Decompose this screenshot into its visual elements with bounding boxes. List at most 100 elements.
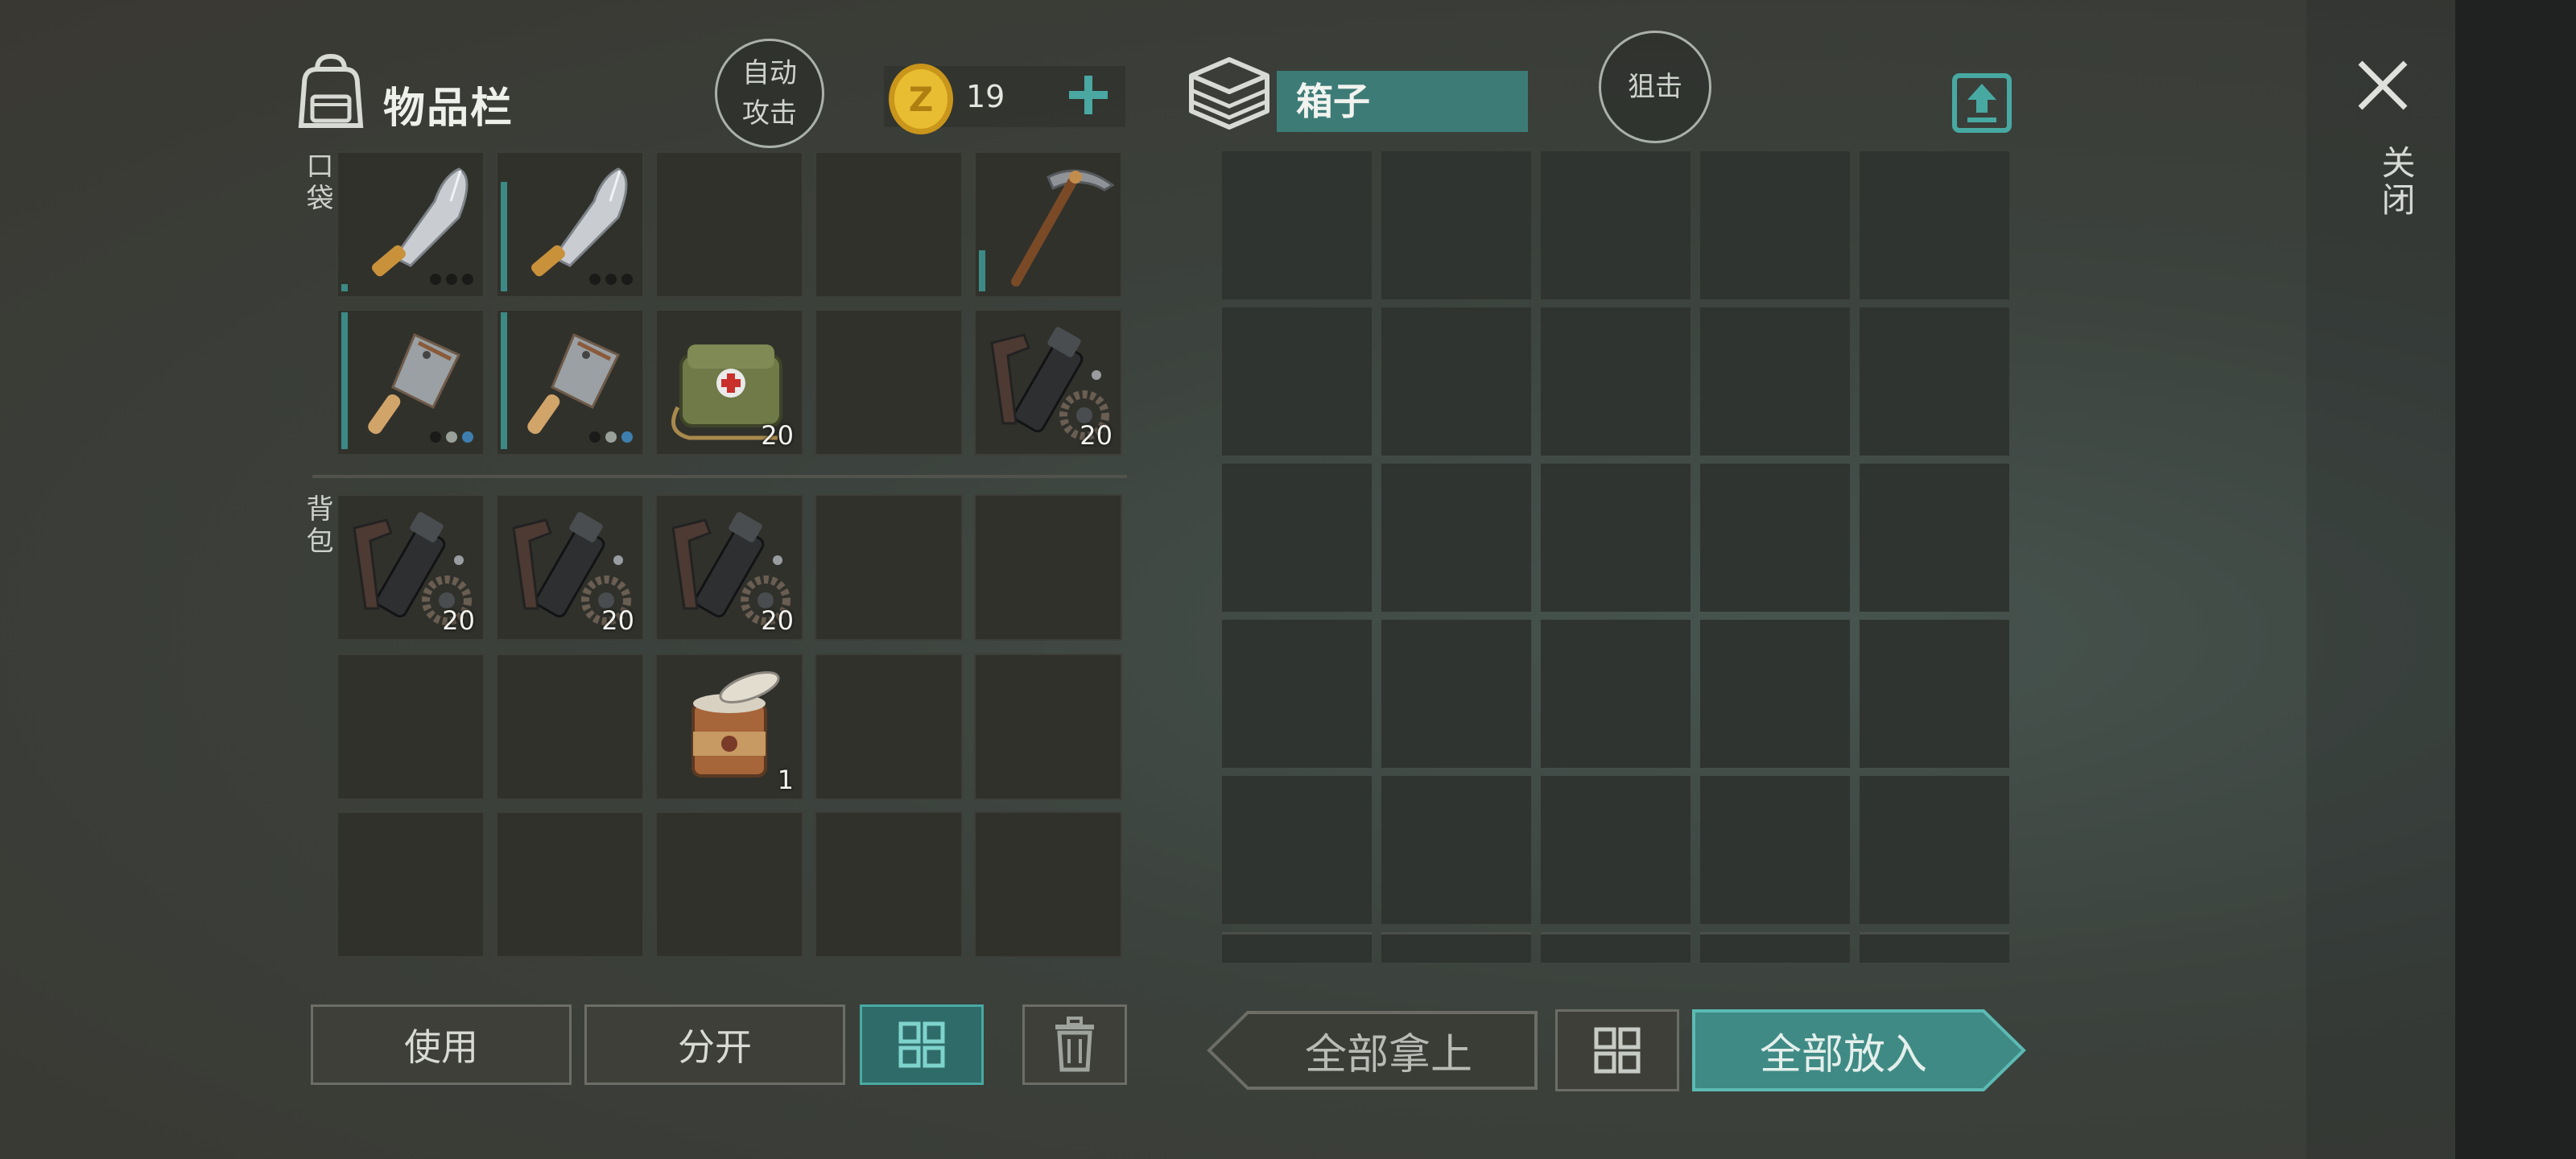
quality-dot xyxy=(462,274,473,285)
inventory.pocket-slot[interactable] xyxy=(974,151,1122,298)
inventory.pocket-slot[interactable]: 20 xyxy=(655,309,803,456)
box-slot[interactable] xyxy=(1700,151,1850,299)
box-slot[interactable] xyxy=(1700,307,1850,456)
auto-attack-button[interactable]: 自动 攻击 xyxy=(715,39,824,148)
inventory.backpack-slot[interactable] xyxy=(336,654,485,800)
quality-dots xyxy=(589,274,633,285)
box-slot[interactable] xyxy=(1541,776,1690,924)
box-slot[interactable] xyxy=(1860,776,2009,924)
inventory.backpack-slot[interactable]: 1 xyxy=(655,654,803,800)
quality-dot xyxy=(446,274,457,285)
durability-bar xyxy=(979,250,985,291)
inventory.pocket-slot[interactable] xyxy=(496,309,644,456)
quality-dot xyxy=(621,274,633,285)
box-slot[interactable] xyxy=(1381,620,1531,768)
quality-dots xyxy=(589,431,633,443)
box-name-field[interactable]: 箱子 xyxy=(1277,71,1528,132)
box-slot[interactable] xyxy=(1381,307,1531,456)
inventory.backpack-slot[interactable] xyxy=(974,654,1122,800)
inventory.pocket-slot[interactable] xyxy=(496,151,644,298)
take-all-button[interactable]: 全部拿上 xyxy=(1206,1009,1539,1091)
inventory.backpack-slot[interactable] xyxy=(974,811,1122,958)
close-label[interactable]: 关闭 xyxy=(2372,145,2421,219)
add-coins-icon[interactable] xyxy=(1061,68,1116,122)
box-slot[interactable] xyxy=(1381,776,1531,924)
box-slot[interactable] xyxy=(1541,464,1690,612)
durability-bar xyxy=(341,312,348,449)
inventory.backpack-slot[interactable] xyxy=(815,811,963,958)
box-slot[interactable] xyxy=(1222,620,1372,768)
inventory-title: 物品栏 xyxy=(383,85,514,133)
snipe-button[interactable]: 狙击 xyxy=(1599,31,1711,143)
take-all-label: 全部拿上 xyxy=(1304,1030,1472,1079)
box-slot[interactable] xyxy=(1700,464,1850,612)
split-button[interactable]: 分开 xyxy=(584,1004,845,1085)
box-slot[interactable] xyxy=(1222,776,1372,924)
pickaxe-icon xyxy=(1011,169,1115,287)
quality-dot xyxy=(462,431,473,443)
sort-grid-icon xyxy=(898,1021,945,1068)
inventory.backpack-slot[interactable]: 20 xyxy=(496,494,644,641)
box-slot[interactable] xyxy=(1381,932,1531,963)
box-slot[interactable] xyxy=(1222,932,1372,963)
box-slot[interactable] xyxy=(1860,151,2009,299)
item-quantity: 20 xyxy=(761,420,794,451)
box-slot[interactable] xyxy=(1700,620,1850,768)
quality-dot xyxy=(605,274,617,285)
box-slot[interactable] xyxy=(1381,151,1531,299)
inventory.pocket-slot[interactable] xyxy=(815,309,963,456)
inventory.backpack-slot[interactable] xyxy=(655,811,803,958)
coin-count: 19 xyxy=(966,79,1005,114)
put-all-button[interactable]: 全部放入 xyxy=(1690,1008,2027,1093)
quality-dot xyxy=(589,274,601,285)
inventory.pocket-slot[interactable] xyxy=(336,309,485,456)
durability-bar xyxy=(501,182,507,291)
inventory.pocket-slot[interactable]: 20 xyxy=(974,309,1122,456)
item-quantity: 20 xyxy=(442,605,475,636)
inventory.backpack-slot[interactable] xyxy=(974,494,1122,641)
box-sort-button[interactable] xyxy=(1555,1009,1679,1091)
box-slot[interactable] xyxy=(1222,464,1372,612)
inventory.pocket-slot[interactable] xyxy=(655,151,803,298)
inventory.backpack-slot[interactable] xyxy=(815,494,963,641)
box-slot[interactable] xyxy=(1541,151,1690,299)
item-quantity: 20 xyxy=(761,605,794,636)
box-slot[interactable] xyxy=(1700,776,1850,924)
auto-attack-label-line1: 自动 xyxy=(742,57,797,89)
durability-bar xyxy=(341,284,348,291)
screen-edge xyxy=(2455,0,2576,1159)
box-slot[interactable] xyxy=(1222,151,1372,299)
box-slot[interactable] xyxy=(1860,932,2009,963)
box-slot[interactable] xyxy=(1541,620,1690,768)
use-button[interactable]: 使用 xyxy=(311,1004,572,1085)
sort-grid-button[interactable] xyxy=(860,1004,984,1085)
box-slot[interactable] xyxy=(1381,464,1531,612)
svg-text:Z: Z xyxy=(909,80,933,119)
box-slot[interactable] xyxy=(1860,620,2009,768)
box-slot[interactable] xyxy=(1222,307,1372,456)
inventory.backpack-slot[interactable]: 20 xyxy=(655,494,803,641)
box-slot[interactable] xyxy=(1541,307,1690,456)
quality-dots xyxy=(430,431,473,443)
trash-icon xyxy=(1055,1017,1094,1072)
inventory.pocket-slot[interactable] xyxy=(336,151,485,298)
box-slot[interactable] xyxy=(1700,932,1850,963)
backpack-label: 背包 xyxy=(301,494,333,559)
inventory.backpack-slot[interactable] xyxy=(336,811,485,958)
quality-dot xyxy=(446,431,457,443)
trash-button[interactable] xyxy=(1022,1004,1127,1085)
inventory.backpack-slot[interactable] xyxy=(815,654,963,800)
item-quantity: 20 xyxy=(601,605,634,636)
box-slot[interactable] xyxy=(1860,307,2009,456)
box-slot[interactable] xyxy=(1541,932,1690,963)
inventory.backpack-slot[interactable] xyxy=(496,811,644,958)
inventory.backpack-slot[interactable] xyxy=(496,654,644,800)
close-icon[interactable] xyxy=(2354,56,2412,114)
box-icon xyxy=(1189,57,1269,130)
quality-dot xyxy=(430,431,441,443)
pocket-label: 口袋 xyxy=(301,151,333,216)
box-slot[interactable] xyxy=(1860,464,2009,612)
inventory.backpack-slot[interactable]: 20 xyxy=(336,494,485,641)
upload-icon[interactable] xyxy=(1951,71,2013,134)
inventory.pocket-slot[interactable] xyxy=(815,151,963,298)
